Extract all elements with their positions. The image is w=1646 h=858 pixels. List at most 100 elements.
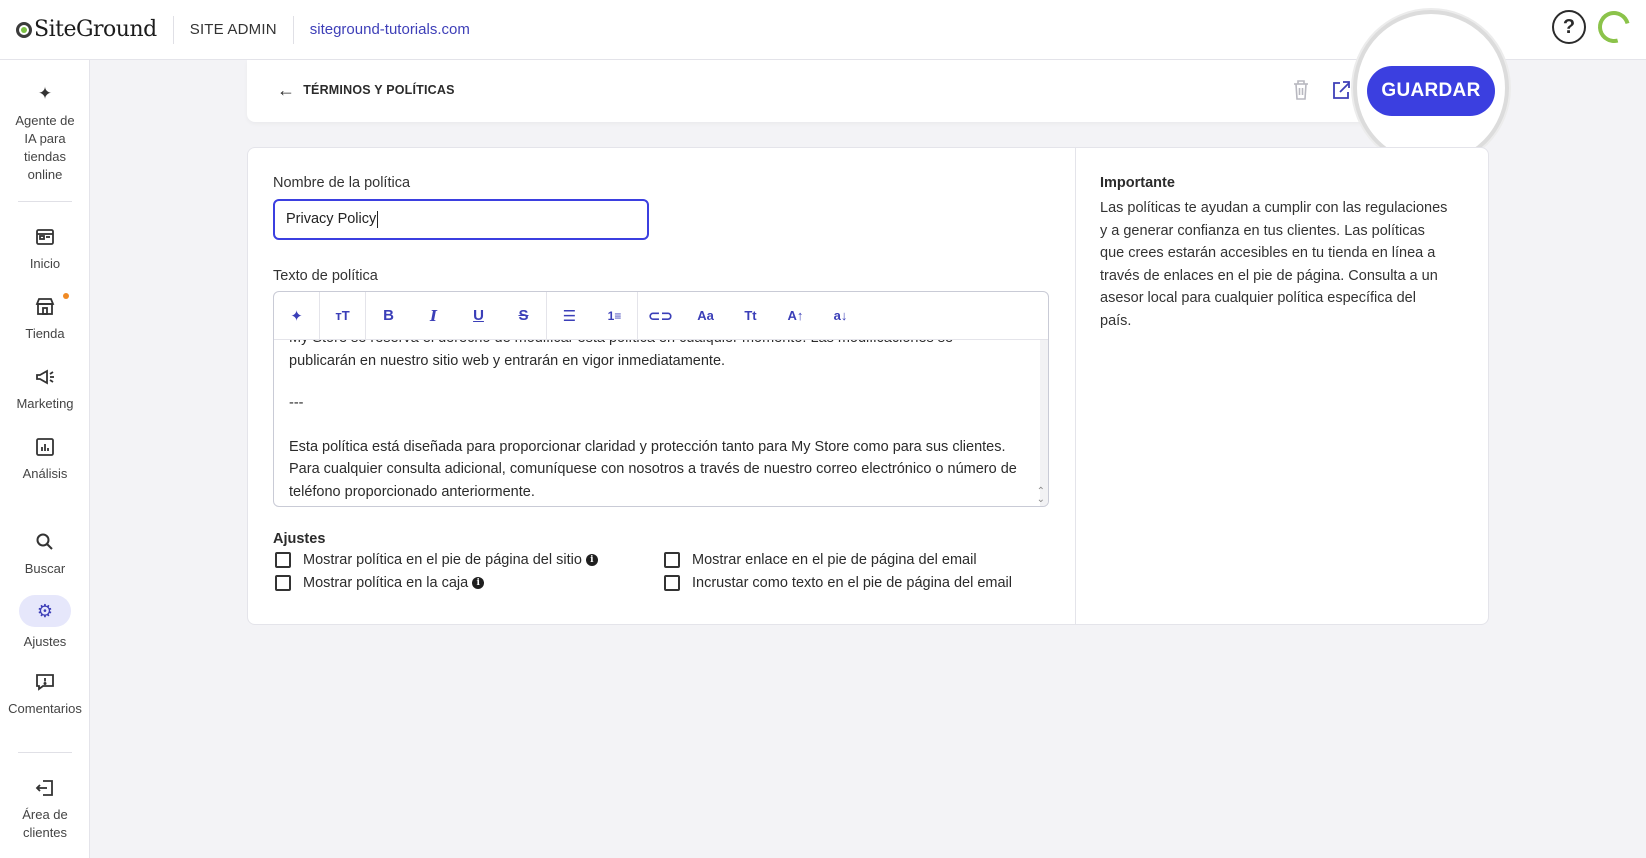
sparkle-icon: ✦ xyxy=(290,307,303,325)
home-icon xyxy=(36,229,54,245)
ai-sparkle-button[interactable]: ✦ xyxy=(274,292,319,340)
important-title: Importante xyxy=(1100,175,1175,191)
strikethrough-icon: S xyxy=(518,307,529,324)
bold-icon: B xyxy=(383,307,394,324)
footer-site-checkbox[interactable] xyxy=(275,552,291,568)
checkout-checkbox[interactable] xyxy=(275,575,291,591)
text-caret xyxy=(377,210,379,228)
sidebar-item-label: Agente de IA para tiendas online xyxy=(15,113,75,182)
arrow-left-icon: ← xyxy=(277,80,296,100)
policy-text-editor[interactable]: ✦ ᴛT B I U S ☰ 1≡ ⊂⊃ Aa Tt A↑ a↓ My Stor… xyxy=(273,291,1049,507)
sidebar-item-label: Tienda xyxy=(25,326,65,341)
sidebar-item-feedback[interactable]: Comentarios xyxy=(0,670,90,718)
sidebar-divider xyxy=(18,201,72,202)
analytics-icon xyxy=(36,438,54,456)
sidebar-item-marketing[interactable]: Marketing xyxy=(0,365,90,413)
link-icon: ⊂⊃ xyxy=(647,307,674,325)
sidebar-item-analytics[interactable]: Análisis xyxy=(0,435,90,483)
font-case-icon: Aa xyxy=(697,308,714,323)
footer-site-label: Mostrar política en el pie de página del… xyxy=(303,552,582,568)
policy-name-value: Privacy Policy xyxy=(286,211,377,227)
policy-name-input[interactable]: Privacy Policy xyxy=(273,199,649,240)
external-link-icon[interactable] xyxy=(1331,78,1351,102)
sparkle-icon: ✦ xyxy=(37,84,53,103)
sidebar-item-ai-agent[interactable]: ✦ Agente de IA para tiendas online xyxy=(0,82,90,184)
logo-text: SiteGround xyxy=(34,17,157,42)
text-size-button[interactable]: ᴛT xyxy=(320,292,365,340)
site-domain-link[interactable]: siteground-tutorials.com xyxy=(310,21,470,38)
font-case-button[interactable]: Aa xyxy=(683,292,728,340)
back-link[interactable]: ← TÉRMINOS Y POLÍTICAS xyxy=(277,81,455,99)
text-size-icon: ᴛT xyxy=(335,308,350,323)
footer-email-text-option[interactable]: Incrustar como texto en el pie de página… xyxy=(664,575,1012,591)
siteground-logo-icon xyxy=(16,21,32,38)
italic-button[interactable]: I xyxy=(411,292,456,340)
policy-text-label: Texto de política xyxy=(273,268,378,284)
policy-form-card: Nombre de la política Privacy Policy Tex… xyxy=(247,147,1489,625)
store-icon xyxy=(35,298,55,315)
numbered-list-button[interactable]: 1≡ xyxy=(592,292,637,340)
siteground-logo[interactable]: SiteGround xyxy=(16,0,157,60)
editor-scrollbar[interactable] xyxy=(1040,340,1048,506)
strikethrough-button[interactable]: S xyxy=(501,292,546,340)
sidebar-item-search[interactable]: Buscar xyxy=(0,530,90,578)
resize-handle-icon[interactable]: ⌃ ⌄ xyxy=(1037,487,1045,505)
footer-email-text-checkbox[interactable] xyxy=(664,575,680,591)
notification-dot xyxy=(63,293,69,299)
bullet-list-button[interactable]: ☰ xyxy=(547,292,592,340)
link-button[interactable]: ⊂⊃ xyxy=(638,292,683,340)
lowercase-button[interactable]: a↓ xyxy=(818,292,863,340)
checkout-label: Mostrar política en la caja xyxy=(303,575,469,591)
gear-icon: ⚙ xyxy=(19,595,71,627)
siteground-swirl-icon[interactable] xyxy=(1592,5,1636,49)
site-admin-label: SITE ADMIN xyxy=(189,21,277,38)
bullet-list-icon: ☰ xyxy=(562,307,577,325)
underline-button[interactable]: U xyxy=(456,292,501,340)
footer-email-link-checkbox[interactable] xyxy=(664,552,680,568)
page-header: ← TÉRMINOS Y POLÍTICAS xyxy=(247,60,1490,122)
sidebar-item-label: Análisis xyxy=(22,466,68,481)
editor-paragraph: publicarán en nuestro sitio web y entrar… xyxy=(289,352,726,369)
footer-email-link-label: Mostrar enlace en el pie de página del e… xyxy=(692,552,977,568)
sidebar-item-client-area[interactable]: Área de clientes xyxy=(0,776,90,842)
feedback-icon xyxy=(36,674,54,691)
page-title: TÉRMINOS Y POLÍTICAS xyxy=(303,83,455,97)
topbar-divider xyxy=(292,15,294,44)
exit-icon xyxy=(35,780,53,796)
underline-icon: U xyxy=(473,307,484,324)
uppercase-button[interactable]: A↑ xyxy=(773,292,818,340)
editor-separator: --- xyxy=(289,395,304,411)
info-icon[interactable]: i xyxy=(585,554,598,566)
sidebar-item-label: Inicio xyxy=(29,256,61,271)
footer-site-option[interactable]: Mostrar política en el pie de página del… xyxy=(275,552,598,568)
numbered-list-icon: 1≡ xyxy=(607,308,622,323)
topbar-divider xyxy=(172,15,174,44)
sidebar-item-home[interactable]: Inicio xyxy=(0,225,90,273)
sidebar-item-label: Área de clientes xyxy=(22,807,68,840)
settings-title: Ajustes xyxy=(273,531,326,547)
sidebar-item-store[interactable]: Tienda xyxy=(0,295,90,343)
lowercase-icon: a↓ xyxy=(833,308,848,323)
column-divider xyxy=(1075,148,1076,624)
policy-name-label: Nombre de la política xyxy=(273,175,411,191)
sidebar-divider xyxy=(18,752,72,753)
title-case-icon: Tt xyxy=(744,308,757,323)
search-icon xyxy=(36,533,53,550)
sidebar-item-label: Ajustes xyxy=(23,634,67,649)
checkout-option[interactable]: Mostrar política en la caja i xyxy=(275,575,485,591)
sidebar-item-label: Buscar xyxy=(24,561,66,576)
bold-button[interactable]: B xyxy=(366,292,411,340)
editor-toolbar: ✦ ᴛT B I U S ☰ 1≡ ⊂⊃ Aa Tt A↑ a↓ xyxy=(274,292,1048,340)
megaphone-icon xyxy=(36,369,54,385)
save-button[interactable]: GUARDAR xyxy=(1367,66,1495,116)
editor-content[interactable]: My Store se reserva el derecho de modifi… xyxy=(289,340,1019,506)
important-text: Las políticas te ayudan a cumplir con la… xyxy=(1100,200,1448,329)
sidebar-item-label: Marketing xyxy=(16,396,74,411)
sidebar-item-label: Comentarios xyxy=(8,701,82,716)
trash-icon[interactable] xyxy=(1291,78,1311,102)
footer-email-link-option[interactable]: Mostrar enlace en el pie de página del e… xyxy=(664,552,977,568)
sidebar-item-settings[interactable]: ⚙ Ajustes xyxy=(0,595,90,651)
info-icon[interactable]: i xyxy=(472,577,485,589)
title-case-button[interactable]: Tt xyxy=(728,292,773,340)
help-icon[interactable]: ? xyxy=(1552,10,1586,44)
